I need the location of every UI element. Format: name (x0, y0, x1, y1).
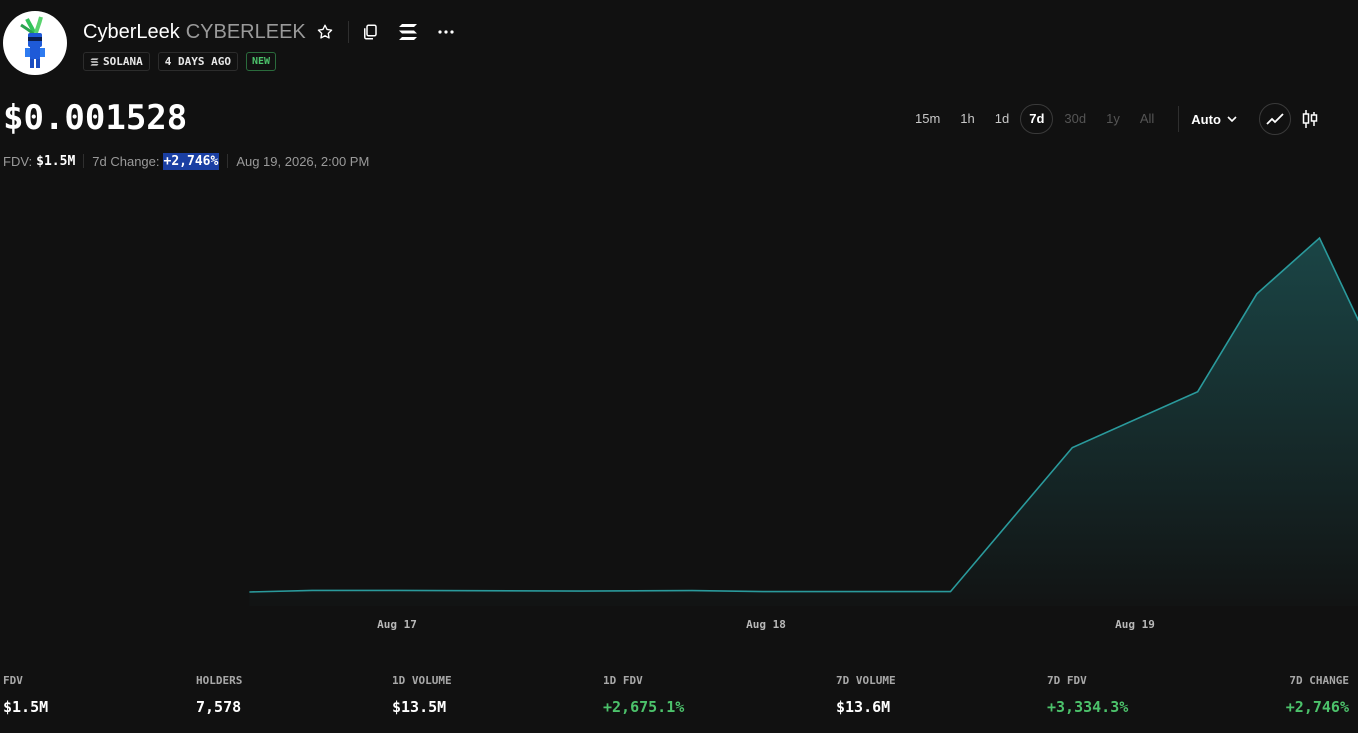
price-area-fill (249, 238, 1358, 606)
x-axis-tick-label: Aug 17 (377, 618, 417, 631)
stat-label: 1D FDV (603, 674, 643, 687)
solana-small-icon (90, 57, 99, 66)
token-name: CyberLeek (83, 20, 180, 43)
scale-dropdown-label: Auto (1191, 111, 1221, 127)
stat-1d-fdv: 1D FDV +2,675.1% (603, 672, 684, 716)
stat-7d-fdv: 7D FDV +3,334.3% (1047, 672, 1128, 716)
price-chart[interactable]: Aug 17 Aug 18 Aug 19 (0, 180, 1358, 640)
line-chart-toggle[interactable] (1258, 103, 1291, 135)
range-all[interactable]: All (1131, 104, 1163, 134)
price-meta-row: FDV: $1.5M 7d Change: +2,746% Aug 19, 20… (3, 151, 369, 171)
range-7d[interactable]: 7d (1020, 104, 1054, 134)
meta-divider (227, 154, 229, 168)
token-title-row: CyberLeek CYBERLEEK (83, 20, 457, 44)
token-avatar (3, 11, 67, 75)
stat-7d-change: 7D CHANGE +2,746% (1286, 672, 1349, 716)
stat-value: $1.5M (3, 698, 49, 716)
chain-tag: SOLANA (83, 52, 150, 71)
range-divider (1178, 106, 1180, 132)
stat-value: $13.5M (392, 698, 447, 716)
new-badge: NEW (245, 52, 277, 71)
change-label: 7d Change: (92, 153, 160, 169)
stat-1d-volume: 1D VOLUME $13.5M (392, 672, 452, 716)
stat-label: 1D VOLUME (392, 674, 452, 687)
range-30d[interactable]: 30d (1055, 104, 1095, 134)
stat-label: HOLDERS (196, 674, 243, 687)
range-15m[interactable]: 15m (906, 104, 949, 134)
chevron-down-icon (1227, 116, 1237, 122)
stat-value: $13.6M (836, 698, 891, 716)
token-stats-bar: FDV $1.5M HOLDERS 7,578 1D VOLUME $13.5M… (0, 672, 1358, 722)
star-icon[interactable] (314, 21, 336, 43)
price-timestamp: Aug 19, 2026, 2:00 PM (236, 153, 370, 169)
token-symbol: CYBERLEEK (185, 20, 306, 43)
chain-tag-label: SOLANA (103, 55, 143, 68)
stat-7d-volume: 7D VOLUME $13.6M (836, 672, 896, 716)
stat-holders: HOLDERS 7,578 (196, 672, 242, 716)
range-1d[interactable]: 1d (986, 104, 1018, 134)
meta-divider (83, 154, 85, 168)
token-tags: SOLANA 4 DAYS AGO NEW (83, 52, 277, 71)
age-tag: 4 DAYS AGO (157, 52, 238, 71)
stat-label: 7D CHANGE (1289, 674, 1349, 687)
time-range-selector: 15m 1h 1d 7d 30d 1y All Auto (905, 103, 1319, 135)
change-value: +2,746% (162, 152, 220, 170)
stat-label: FDV (3, 674, 23, 687)
range-1h[interactable]: 1h (951, 104, 983, 134)
more-horizontal-icon[interactable] (435, 21, 457, 43)
copy-icon[interactable] (359, 21, 381, 43)
current-price: $0.001528 (3, 98, 188, 138)
stat-label: 7D FDV (1047, 674, 1087, 687)
stat-value: +2,746% (1285, 698, 1349, 716)
fdv-value: $1.5M (36, 153, 76, 169)
solana-icon[interactable] (397, 21, 419, 43)
candlestick-icon (1302, 110, 1318, 128)
candlestick-toggle[interactable] (1301, 104, 1319, 134)
x-axis-tick-label: Aug 18 (746, 618, 786, 631)
stat-value: +2,675.1% (603, 698, 685, 716)
fdv-label: FDV: (3, 153, 33, 169)
x-axis-tick-label: Aug 19 (1115, 618, 1155, 631)
scale-dropdown[interactable]: Auto (1191, 112, 1237, 127)
cyber-leek-mascot-icon (20, 16, 45, 68)
stat-value: 7,578 (196, 698, 242, 716)
stat-fdv: FDV $1.5M (3, 672, 48, 716)
header-divider (347, 21, 349, 43)
stat-value: +3,334.3% (1047, 698, 1129, 716)
line-chart-icon (1266, 113, 1284, 125)
range-1y[interactable]: 1y (1097, 104, 1129, 134)
stat-label: 7D VOLUME (836, 674, 896, 687)
